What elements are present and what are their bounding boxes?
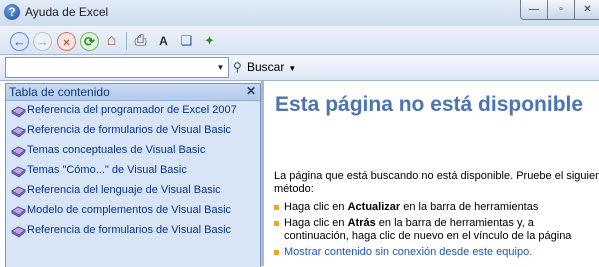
suggestion-keyword: Atrás bbox=[347, 217, 376, 229]
toolbar-separator bbox=[126, 32, 127, 50]
suggestion-list: Haga clic en Actualizar en la barra de h… bbox=[274, 201, 599, 262]
refresh-icon: ⟳ bbox=[84, 34, 95, 49]
suggestion-text: en la barra de herramientas y, a bbox=[375, 217, 534, 229]
book-icon bbox=[11, 126, 26, 138]
search-button[interactable]: ⚲ Buscar ▼ bbox=[233, 59, 296, 76]
font-size-icon: A bbox=[159, 34, 168, 48]
home-icon: ⌂ bbox=[106, 32, 117, 49]
search-box: ▼ bbox=[5, 57, 229, 78]
page-title: Esta página no está disponible bbox=[275, 93, 584, 116]
toc-item[interactable]: Referencia del lenguaje de Visual Basic bbox=[6, 182, 260, 202]
forward-button[interactable]: → bbox=[33, 32, 52, 51]
font-size-button[interactable]: A bbox=[155, 32, 172, 49]
close-button[interactable]: ✕ bbox=[574, 0, 599, 20]
offline-content-link[interactable]: Mostrar contenido sin conexión desde est… bbox=[284, 246, 532, 258]
content-pane: Esta página no está disponible La página… bbox=[264, 81, 599, 266]
stop-button[interactable]: ✕ bbox=[57, 32, 76, 51]
search-history-dropdown[interactable]: ▼ bbox=[213, 58, 228, 77]
search-button-label: Buscar bbox=[247, 60, 285, 74]
toc-item-label: Modelo de complementos de Visual Basic bbox=[27, 204, 232, 216]
search-icon: ⚲ bbox=[233, 60, 242, 74]
toc-item[interactable]: Temas conceptuales de Visual Basic bbox=[6, 142, 260, 162]
suggestion-keyword: Actualizar bbox=[347, 201, 401, 213]
error-message: La página que está buscando no está disp… bbox=[274, 170, 599, 196]
refresh-button[interactable]: ⟳ bbox=[80, 32, 99, 51]
help-icon: ? bbox=[4, 4, 20, 20]
toc-item-label: Temas "Cómo..." de Visual Basic bbox=[27, 164, 187, 176]
toc-list: Referencia del programador de Excel 2007… bbox=[6, 102, 260, 242]
toc-item-label: Referencia de formularios de Visual Basi… bbox=[27, 124, 232, 136]
book-icon bbox=[11, 226, 26, 238]
suggestion-text: en la barra de herramientas bbox=[400, 201, 539, 213]
pin-icon: ✦ bbox=[204, 33, 215, 48]
toc-book-icon: ❏ bbox=[180, 33, 193, 48]
toc-button[interactable]: ❏ bbox=[178, 32, 195, 49]
maximize-button[interactable]: ▫ bbox=[547, 0, 575, 20]
toc-item-label: Referencia de formularios de Visual Basi… bbox=[27, 224, 232, 236]
search-bar: ▼ ⚲ Buscar ▼ bbox=[0, 55, 599, 81]
toc-item-label: Referencia del programador de Excel 2007 bbox=[27, 104, 237, 116]
toc-item[interactable]: Referencia de formularios de Visual Basi… bbox=[6, 222, 260, 242]
print-button[interactable]: ⎙ bbox=[132, 32, 149, 49]
keep-on-top-button[interactable]: ✦ bbox=[201, 32, 218, 49]
error-message-line: La página que está buscando no está disp… bbox=[274, 170, 599, 182]
book-icon bbox=[11, 206, 26, 218]
toolbar: ← → ✕ ⟳ ⌂ ⎙ A ❏ ✦ bbox=[0, 26, 599, 55]
window-title: Ayuda de Excel bbox=[25, 5, 109, 19]
minimize-button[interactable]: — bbox=[520, 0, 548, 20]
error-message-line: método: bbox=[274, 183, 314, 195]
suggestion-item: Haga clic en Atrás en la barra de herram… bbox=[274, 217, 599, 243]
search-input[interactable] bbox=[6, 58, 212, 77]
toc-close-button[interactable]: ✕ bbox=[246, 84, 256, 98]
back-icon: ← bbox=[13, 34, 26, 49]
toc-item[interactable]: Referencia del programador de Excel 2007 bbox=[6, 102, 260, 122]
suggestion-item: Mostrar contenido sin conexión desde est… bbox=[274, 246, 599, 259]
toc-header: Tabla de contenido ✕ bbox=[6, 84, 260, 101]
toc-panel: Tabla de contenido ✕ Referencia del prog… bbox=[5, 83, 261, 267]
toc-item[interactable]: Temas "Cómo..." de Visual Basic bbox=[6, 162, 260, 182]
suggestion-item: Haga clic en Actualizar en la barra de h… bbox=[274, 201, 599, 214]
stop-icon: ✕ bbox=[62, 38, 71, 49]
toc-title: Tabla de contenido bbox=[9, 85, 110, 99]
title-bar: ? Ayuda de Excel — ▫ ✕ bbox=[0, 0, 599, 26]
suggestion-text: Haga clic en bbox=[284, 217, 348, 229]
print-icon: ⎙ bbox=[134, 32, 147, 49]
book-icon bbox=[11, 186, 26, 198]
suggestion-text: continuación, haga clic de nuevo en el v… bbox=[284, 230, 572, 242]
book-icon bbox=[11, 146, 26, 158]
book-icon bbox=[11, 166, 26, 178]
forward-icon: → bbox=[36, 34, 49, 49]
suggestion-text: Haga clic en bbox=[284, 201, 348, 213]
toc-item-label: Temas conceptuales de Visual Basic bbox=[27, 144, 206, 156]
toc-item-label: Referencia del lenguaje de Visual Basic bbox=[27, 184, 221, 196]
home-button[interactable]: ⌂ bbox=[103, 32, 120, 49]
chevron-down-icon: ▼ bbox=[288, 64, 297, 73]
toc-item[interactable]: Modelo de complementos de Visual Basic bbox=[6, 202, 260, 222]
chevron-down-icon: ▼ bbox=[216, 63, 225, 72]
toc-item[interactable]: Referencia de formularios de Visual Basi… bbox=[6, 122, 260, 142]
book-icon bbox=[11, 106, 26, 118]
back-button[interactable]: ← bbox=[10, 32, 29, 51]
